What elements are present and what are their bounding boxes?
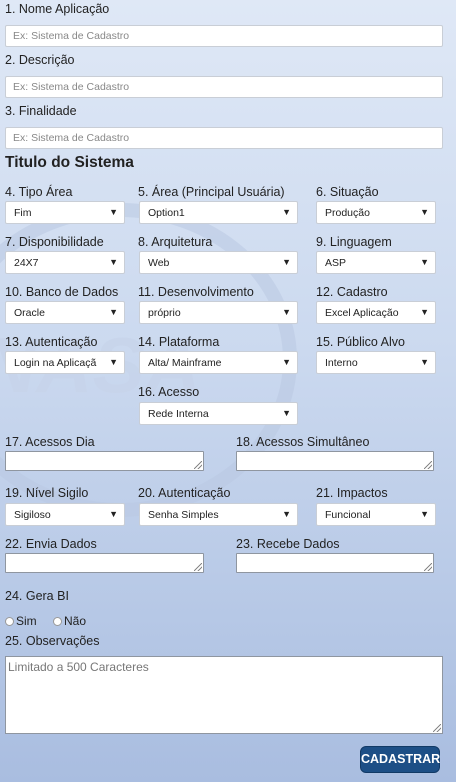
autenticacao2-label: 20. Autenticação xyxy=(138,486,231,500)
desenvolvimento-value: próprio xyxy=(148,307,181,319)
acesso-label: 16. Acesso xyxy=(138,385,200,399)
radio-circle-icon[interactable] xyxy=(53,616,62,626)
chevron-down-icon: ▼ xyxy=(420,207,429,217)
gera-bi-sim-label: Sim xyxy=(16,614,37,628)
area-principal-select[interactable]: Option1 ▼ xyxy=(139,201,298,224)
tipo-area-value: Fim xyxy=(14,207,32,219)
arquitetura-label: 8. Arquitetura xyxy=(138,235,213,249)
gera-bi-label: 24. Gera BI xyxy=(5,589,69,603)
gera-bi-nao-label: Não xyxy=(64,614,87,628)
chevron-down-icon: ▼ xyxy=(420,509,429,519)
area-principal-label: 5. Área (Principal Usuária) xyxy=(138,185,285,199)
descricao-label: 2. Descrição xyxy=(5,53,75,67)
finalidade-input[interactable] xyxy=(5,127,443,149)
disponibilidade-value: 24X7 xyxy=(14,257,39,269)
plataforma-label: 14. Plataforma xyxy=(138,335,220,349)
tipo-area-label: 4. Tipo Área xyxy=(5,185,73,199)
banco-dados-label: 10. Banco de Dados xyxy=(5,285,119,299)
autenticacao2-value: Senha Simples xyxy=(148,509,219,521)
acessos-simultaneo-label: 18. Acessos Simultâneo xyxy=(236,435,370,449)
desenvolvimento-select[interactable]: próprio ▼ xyxy=(139,301,298,324)
chevron-down-icon: ▼ xyxy=(282,257,291,267)
chevron-down-icon: ▼ xyxy=(282,357,291,367)
linguagem-select[interactable]: ASP ▼ xyxy=(316,251,436,274)
cadastro-label: 12. Cadastro xyxy=(316,285,388,299)
arquitetura-value: Web xyxy=(148,257,170,269)
chevron-down-icon: ▼ xyxy=(109,357,118,367)
chevron-down-icon: ▼ xyxy=(420,357,429,367)
gera-bi-sim-radio[interactable]: Sim xyxy=(5,614,37,628)
recebe-dados-textarea[interactable] xyxy=(236,553,434,573)
disponibilidade-label: 7. Disponibilidade xyxy=(5,235,104,249)
impactos-label: 21. Impactos xyxy=(316,486,388,500)
cadastro-value: Excel Aplicação xyxy=(325,307,399,319)
section-title: Titulo do Sistema xyxy=(5,154,134,171)
resize-handle-icon[interactable] xyxy=(424,461,432,469)
plataforma-select[interactable]: Alta/ Mainframe ▼ xyxy=(139,351,298,374)
nome-aplicacao-input[interactable] xyxy=(5,25,443,47)
acesso-select[interactable]: Rede Interna ▼ xyxy=(139,402,298,425)
chevron-down-icon: ▼ xyxy=(282,307,291,317)
nivel-sigilo-value: Sigiloso xyxy=(14,509,51,521)
observacoes-placeholder: Limitado a 500 Caracteres xyxy=(8,660,149,674)
cadastrar-button[interactable]: CADASTRAR xyxy=(360,746,440,773)
resize-handle-icon[interactable] xyxy=(424,563,432,571)
gera-bi-nao-radio[interactable]: Não xyxy=(53,614,86,628)
acesso-value: Rede Interna xyxy=(148,408,209,420)
chevron-down-icon: ▼ xyxy=(420,257,429,267)
envia-dados-label: 22. Envia Dados xyxy=(5,537,97,551)
chevron-down-icon: ▼ xyxy=(109,207,118,217)
resize-handle-icon[interactable] xyxy=(194,563,202,571)
chevron-down-icon: ▼ xyxy=(282,408,291,418)
chevron-down-icon: ▼ xyxy=(282,509,291,519)
publico-alvo-value: Interno xyxy=(325,357,358,369)
impactos-select[interactable]: Funcional ▼ xyxy=(316,503,436,526)
impactos-value: Funcional xyxy=(325,509,371,521)
chevron-down-icon: ▼ xyxy=(109,307,118,317)
resize-handle-icon[interactable] xyxy=(433,724,441,732)
publico-alvo-select[interactable]: Interno ▼ xyxy=(316,351,436,374)
disponibilidade-select[interactable]: 24X7 ▼ xyxy=(5,251,125,274)
plataforma-value: Alta/ Mainframe xyxy=(148,357,222,369)
linguagem-value: ASP xyxy=(325,257,347,269)
chevron-down-icon: ▼ xyxy=(282,207,291,217)
situacao-select[interactable]: Produção ▼ xyxy=(316,201,436,224)
chevron-down-icon: ▼ xyxy=(109,509,118,519)
desenvolvimento-label: 11. Desenvolvimento xyxy=(138,285,254,299)
acessos-dia-label: 17. Acessos Dia xyxy=(5,435,95,449)
envia-dados-textarea[interactable] xyxy=(5,553,204,573)
banco-dados-value: Oracle xyxy=(14,307,45,319)
autenticacao-select[interactable]: Login na Aplicaçã ▼ xyxy=(5,351,125,374)
acessos-simultaneo-textarea[interactable] xyxy=(236,451,434,471)
area-principal-value: Option1 xyxy=(148,207,185,219)
publico-alvo-label: 15. Público Alvo xyxy=(316,335,405,349)
chevron-down-icon: ▼ xyxy=(109,257,118,267)
recebe-dados-label: 23. Recebe Dados xyxy=(236,537,340,551)
observacoes-label: 25. Observações xyxy=(5,634,100,648)
tipo-area-select[interactable]: Fim ▼ xyxy=(5,201,125,224)
autenticacao-value: Login na Aplicaçã xyxy=(14,357,97,369)
nivel-sigilo-select[interactable]: Sigiloso ▼ xyxy=(5,503,125,526)
situacao-label: 6. Situação xyxy=(316,185,379,199)
acessos-dia-textarea[interactable] xyxy=(5,451,204,471)
autenticacao2-select[interactable]: Senha Simples ▼ xyxy=(139,503,298,526)
linguagem-label: 9. Linguagem xyxy=(316,235,392,249)
observacoes-textarea[interactable]: Limitado a 500 Caracteres xyxy=(5,656,443,734)
situacao-value: Produção xyxy=(325,207,370,219)
finalidade-label: 3. Finalidade xyxy=(5,104,77,118)
chevron-down-icon: ▼ xyxy=(420,307,429,317)
resize-handle-icon[interactable] xyxy=(194,461,202,469)
cadastro-select[interactable]: Excel Aplicação ▼ xyxy=(316,301,436,324)
banco-dados-select[interactable]: Oracle ▼ xyxy=(5,301,125,324)
nivel-sigilo-label: 19. Nível Sigilo xyxy=(5,486,89,500)
arquitetura-select[interactable]: Web ▼ xyxy=(139,251,298,274)
autenticacao-label: 13. Autenticação xyxy=(5,335,98,349)
descricao-input[interactable] xyxy=(5,76,443,98)
nome-aplicacao-label: 1. Nome Aplicação xyxy=(5,2,110,16)
radio-circle-icon[interactable] xyxy=(5,616,14,626)
